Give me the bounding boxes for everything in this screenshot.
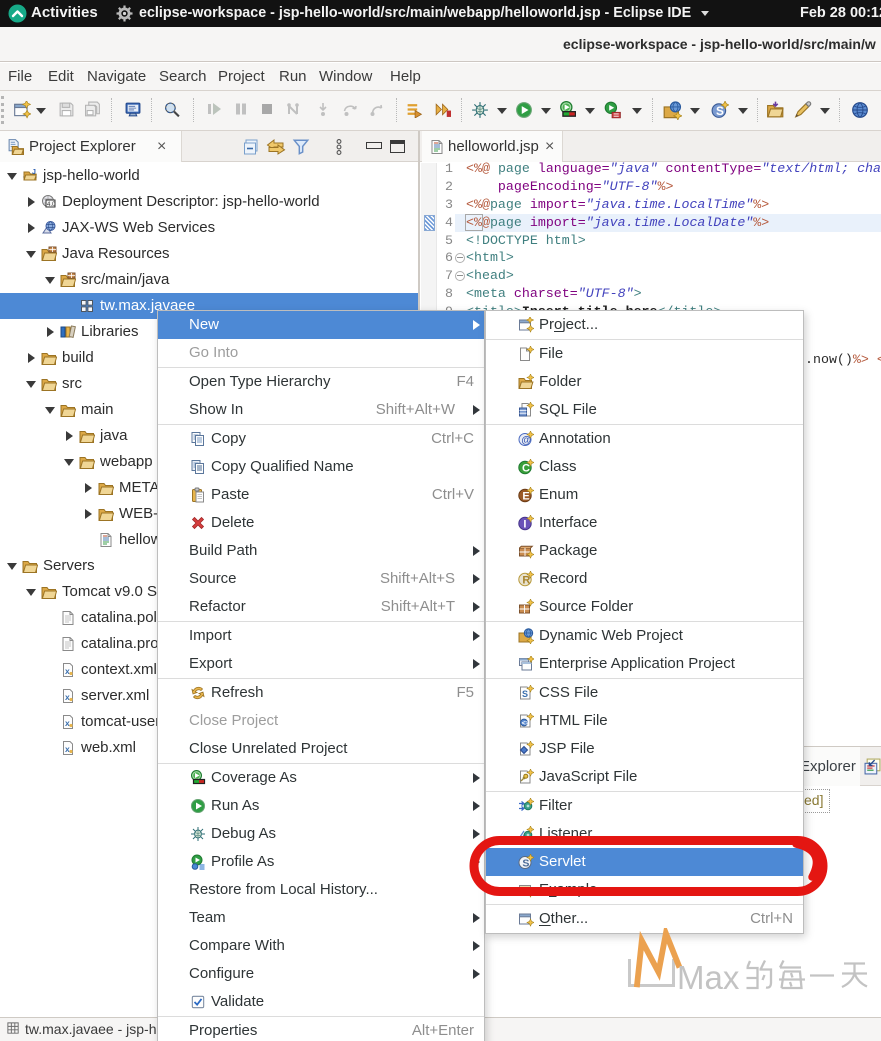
- svg-text:x: x: [65, 744, 70, 754]
- svg-text:x: x: [65, 718, 70, 728]
- svg-text:I: I: [523, 519, 526, 531]
- svg-text:<>: <>: [522, 720, 530, 727]
- svg-text:S: S: [522, 689, 528, 699]
- svg-text:E: E: [522, 491, 529, 503]
- svg-text:Max: Max: [677, 959, 740, 996]
- svg-text:C: C: [522, 463, 530, 475]
- svg-text:R: R: [522, 575, 530, 587]
- svg-text:S: S: [716, 104, 724, 118]
- svg-text:J: J: [32, 169, 36, 176]
- svg-text:x: x: [65, 692, 70, 702]
- svg-text:x: x: [65, 666, 70, 676]
- svg-text:4.0: 4.0: [47, 202, 56, 208]
